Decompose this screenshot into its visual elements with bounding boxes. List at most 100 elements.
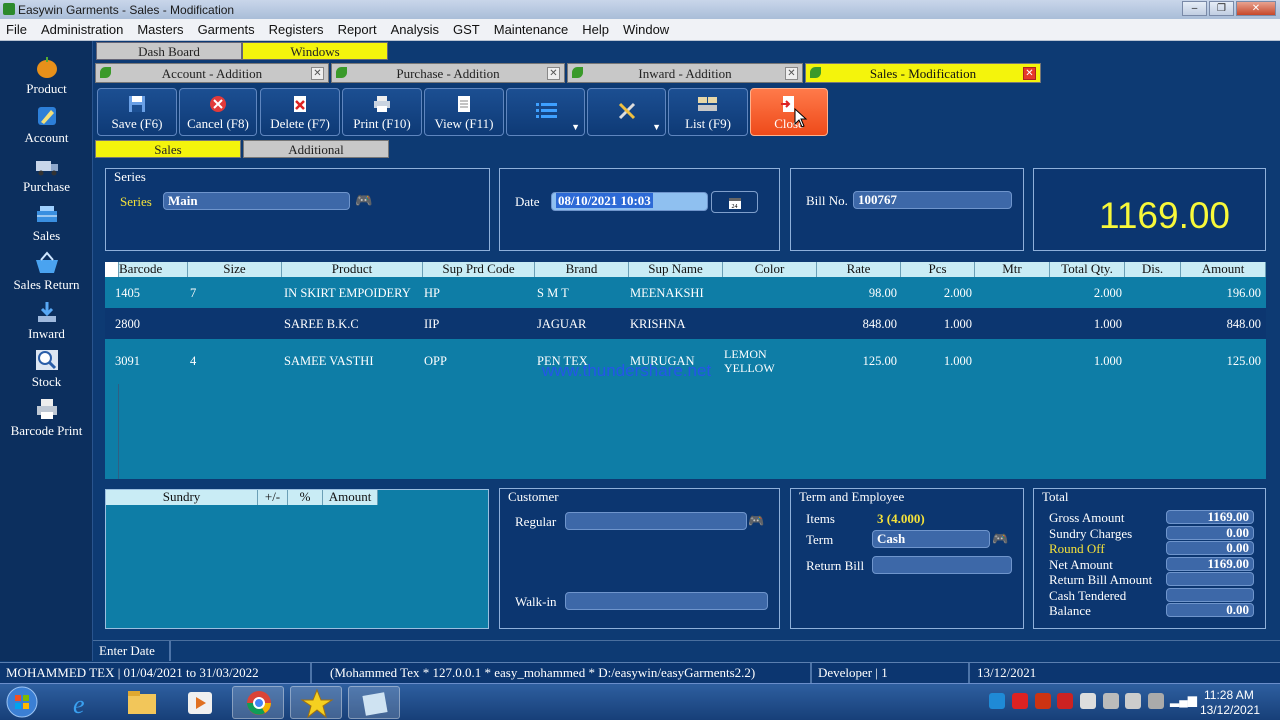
col-sundry-amount[interactable]: Amount	[323, 490, 378, 505]
acrobat-tray-icon[interactable]	[1035, 693, 1051, 709]
doc-tab-purchase-addition[interactable]: Purchase - Addition ✕	[331, 63, 565, 83]
bill-no-input[interactable]: 100767	[853, 191, 1012, 209]
series-input[interactable]: Main	[163, 192, 350, 210]
menu-administration[interactable]: Administration	[41, 22, 123, 37]
menu-gst[interactable]: GST	[453, 22, 480, 37]
easywin-taskbar-icon[interactable]	[290, 686, 342, 719]
clock-time[interactable]: 11:28 AM	[1204, 688, 1254, 702]
items-value: 3 (4.000)	[877, 511, 925, 526]
volume-tray-icon[interactable]	[1125, 693, 1141, 709]
col-size[interactable]: Size	[188, 262, 282, 277]
sidebar-item-purchase[interactable]: Purchase	[0, 153, 93, 195]
clock-date[interactable]: 13/12/2021	[1200, 703, 1260, 717]
window-close-button[interactable]: ✕	[1236, 1, 1276, 16]
regular-customer-input[interactable]	[565, 512, 747, 530]
menu-registers[interactable]: Registers	[269, 22, 324, 37]
calendar-button[interactable]: 24	[711, 191, 758, 213]
recorder-taskbar-icon[interactable]	[348, 686, 400, 719]
col-sundry[interactable]: Sundry	[106, 490, 258, 505]
explorer-taskbar-icon[interactable]	[116, 686, 168, 719]
cancel-button[interactable]: Cancel (F8)	[179, 88, 257, 136]
signal-icon[interactable]: ▂▄▆	[1170, 693, 1197, 708]
sidebar-item-sales-return[interactable]: Sales Return	[0, 251, 93, 293]
col-color[interactable]: Color	[723, 262, 817, 277]
menu-garments[interactable]: Garments	[198, 22, 255, 37]
media-player-taskbar-icon[interactable]	[174, 686, 226, 719]
date-input[interactable]: 08/10/2021 10:03	[551, 192, 708, 211]
round-off-value[interactable]: 0.00	[1166, 541, 1254, 555]
tab-sales[interactable]: Sales	[95, 140, 241, 158]
sidebar-item-sales[interactable]: Sales	[0, 202, 93, 244]
close-tab-icon[interactable]: ✕	[785, 67, 798, 80]
network-tray-icon[interactable]	[1148, 693, 1164, 709]
col-percent[interactable]: %	[288, 490, 323, 505]
restore-button[interactable]: ❐	[1209, 1, 1234, 16]
series-panel: Series Series Main 🎮	[105, 168, 490, 251]
col-mtr[interactable]: Mtr	[975, 262, 1050, 277]
list-button[interactable]: List (F9)	[668, 88, 748, 136]
col-rate[interactable]: Rate	[817, 262, 901, 277]
walkin-customer-input[interactable]	[565, 592, 768, 610]
save-button[interactable]: Save (F6)	[97, 88, 177, 136]
ie-taskbar-icon[interactable]: e	[58, 686, 110, 719]
col-plus-minus[interactable]: +/-	[258, 490, 288, 505]
doc-tab-sales-modification[interactable]: Sales - Modification ✕	[805, 63, 1041, 83]
tab-additional[interactable]: Additional	[243, 140, 389, 158]
col-sup-prd-code[interactable]: Sup Prd Code	[423, 262, 535, 277]
table-row[interactable]: 2800 SAREE B.K.C IIP JAGUAR KRISHNA 848.…	[105, 308, 1266, 339]
cell-sup-name: MEENAKSHI	[630, 286, 704, 300]
minimize-button[interactable]: –	[1182, 1, 1207, 16]
menu-masters[interactable]: Masters	[137, 22, 183, 37]
delete-button[interactable]: Delete (F7)	[260, 88, 340, 136]
list-menu-button[interactable]: ▼	[506, 88, 585, 136]
menu-analysis[interactable]: Analysis	[391, 22, 439, 37]
col-dis[interactable]: Dis.	[1125, 262, 1181, 277]
menu-report[interactable]: Report	[338, 22, 377, 37]
tab-windows[interactable]: Windows	[242, 42, 388, 60]
close-button[interactable]: Close	[750, 88, 828, 136]
col-amount[interactable]: Amount	[1181, 262, 1266, 277]
menu-window[interactable]: Window	[623, 22, 669, 37]
menu-maintenance[interactable]: Maintenance	[494, 22, 568, 37]
video-tray-icon[interactable]	[989, 693, 1005, 709]
doc-tab-account-addition[interactable]: Account - Addition ✕	[95, 63, 329, 83]
sidebar-item-stock[interactable]: Stock	[0, 348, 93, 390]
close-tab-icon[interactable]: ✕	[547, 67, 560, 80]
menu-file[interactable]: File	[6, 22, 27, 37]
printer-tray-icon[interactable]	[1103, 693, 1119, 709]
gamepad-icon[interactable]: 🎮	[748, 513, 764, 529]
acrobat-reader-tray-icon[interactable]	[1057, 693, 1073, 709]
sidebar-item-account[interactable]: Account	[0, 104, 93, 146]
sundry-grid[interactable]: Sundry +/- % Amount	[105, 489, 489, 629]
print-button[interactable]: Print (F10)	[342, 88, 422, 136]
close-tab-icon[interactable]: ✕	[1023, 67, 1036, 80]
menu-help[interactable]: Help	[582, 22, 609, 37]
sidebar-item-inward[interactable]: Inward	[0, 300, 93, 342]
chrome-taskbar-icon[interactable]	[232, 686, 284, 719]
tools-menu-button[interactable]: ▼	[587, 88, 666, 136]
doc-tab-inward-addition[interactable]: Inward - Addition ✕	[567, 63, 803, 83]
cell-product: SAMEE VASTHI	[284, 354, 374, 368]
sidebar-item-product[interactable]: Product	[0, 55, 93, 97]
col-barcode[interactable]: Barcode	[119, 262, 188, 277]
gross-amount-label: Gross Amount	[1049, 510, 1125, 525]
view-button[interactable]: View (F11)	[424, 88, 504, 136]
col-sup-name[interactable]: Sup Name	[629, 262, 723, 277]
term-input[interactable]: Cash	[872, 530, 990, 548]
tool-tray-icon[interactable]	[1080, 693, 1096, 709]
sidebar-item-barcode-print[interactable]: Barcode Print	[0, 397, 93, 439]
col-brand[interactable]: Brand	[535, 262, 629, 277]
close-tab-icon[interactable]: ✕	[311, 67, 324, 80]
col-pcs[interactable]: Pcs	[901, 262, 975, 277]
table-row[interactable]: 1405 7 IN SKIRT EMPOIDERY HP S M T MEENA…	[105, 277, 1266, 308]
gamepad-icon[interactable]: 🎮	[355, 193, 372, 210]
tools-icon	[617, 101, 637, 120]
gamepad-icon[interactable]: 🎮	[992, 531, 1008, 547]
pdf-tray-icon[interactable]	[1012, 693, 1028, 709]
col-product[interactable]: Product	[282, 262, 423, 277]
tab-dashboard[interactable]: Dash Board	[96, 42, 242, 60]
return-bill-input[interactable]	[872, 556, 1012, 574]
start-button[interactable]	[4, 685, 44, 719]
col-total-qty[interactable]: Total Qty.	[1050, 262, 1125, 277]
cash-tendered-input[interactable]	[1166, 588, 1254, 602]
